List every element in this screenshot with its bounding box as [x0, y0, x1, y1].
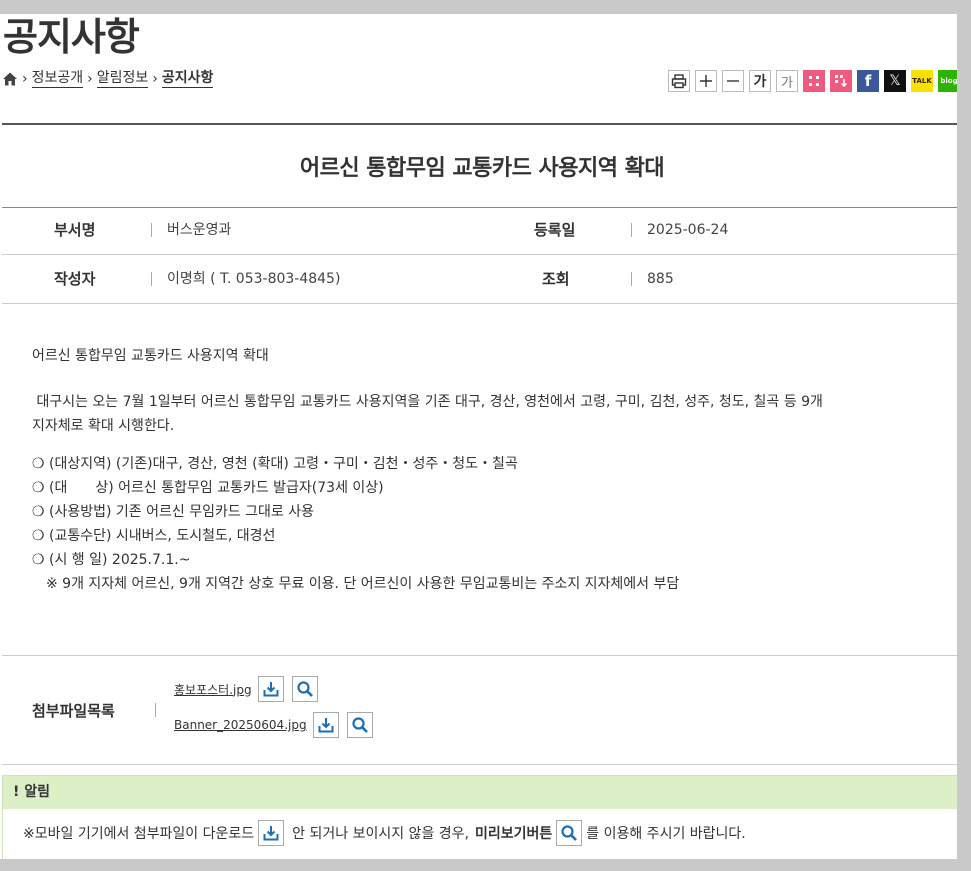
download-icon: [263, 826, 279, 841]
attachment-label: 첨부파일목록: [32, 702, 115, 720]
content-bullet: ❍ (대상지역) (기존)대구, 경산, 영천 (확대) 고령・구미・김천・성주…: [32, 456, 518, 472]
download-button[interactable]: [257, 676, 284, 702]
notice-title: ! 알림: [3, 776, 957, 809]
share-icon: [809, 76, 819, 86]
author-label: 작성자: [54, 270, 96, 288]
toolbar: 가 가 f 𝕏 TALK blog: [668, 70, 957, 92]
content-bullet: ❍ (대 상) 어르신 통합무임 교통카드 발급자(73세 이상): [32, 480, 384, 496]
notice-text: ※모바일 기기에서 첨부파일이 다운로드: [23, 826, 255, 842]
department-label: 부서명: [54, 221, 96, 239]
notice-bold-text: 미리보기버튼: [474, 826, 553, 842]
search-icon: [296, 681, 313, 697]
download-icon: [835, 75, 848, 88]
content-note: ※ 9개 지자체 어르신, 9개 지역간 상호 무료 이용. 단 어르신이 사용…: [46, 576, 680, 592]
divider: [155, 703, 156, 717]
kakao-share-button[interactable]: TALK: [911, 70, 933, 92]
content-paragraph-line: 대구시는 오는 7월 1일부터 어르신 통합무임 교통카드 사용지역을 기존 대…: [32, 394, 823, 410]
font-large-button[interactable]: 가: [749, 70, 771, 92]
breadcrumb-item-info[interactable]: 정보공개: [31, 70, 84, 88]
views-value: 885: [647, 271, 674, 287]
attachment-item: 홍보포스터.jpg: [174, 676, 326, 702]
zoom-in-button[interactable]: [695, 70, 717, 92]
notice-text: 를 이용해 주시기 바랍니다.: [586, 826, 746, 842]
divider: [151, 223, 152, 237]
zoom-out-button[interactable]: [722, 70, 744, 92]
preview-button[interactable]: [291, 676, 318, 702]
facebook-share-button[interactable]: f: [857, 70, 879, 92]
attachment-item: Banner_20250604.jpg: [174, 712, 381, 738]
content-bullet: ❍ (시 행 일) 2025.7.1.~: [32, 552, 191, 568]
save-button[interactable]: [830, 70, 852, 92]
attachment-file-link[interactable]: 홍보포스터.jpg: [174, 681, 252, 698]
x-share-button[interactable]: 𝕏: [884, 70, 906, 92]
chevron-right-icon: ›: [152, 71, 158, 87]
divider: [631, 223, 632, 237]
plus-icon: [700, 75, 712, 87]
breadcrumb-item-notice-info[interactable]: 알림정보: [96, 70, 149, 88]
post-title-area: 어르신 통합무임 교통카드 사용지역 확대: [2, 123, 957, 208]
date-value: 2025-06-24: [647, 222, 729, 238]
breadcrumb-item-current[interactable]: 공지사항: [161, 70, 214, 88]
chevron-right-icon: ›: [87, 71, 93, 87]
content-bullet: ❍ (교통수단) 시내버스, 도시철도, 대경선: [32, 528, 276, 544]
page-title: 공지사항: [3, 15, 140, 59]
download-icon: [318, 718, 334, 733]
download-icon-example: [258, 820, 285, 846]
divider: [631, 272, 632, 286]
meta-row-department: 부서명 버스운영과 등록일 2025-06-24: [2, 206, 957, 255]
blog-share-button[interactable]: blog: [938, 70, 957, 92]
search-icon-example: [556, 820, 583, 846]
content-paragraph-line: 지자체로 확대 시행한다.: [32, 418, 175, 434]
download-icon: [263, 682, 279, 697]
attachment-section: 첨부파일목록 홍보포스터.jpg Banner_20250604.jpg: [2, 655, 957, 765]
views-label: 조회: [542, 270, 570, 288]
date-label: 등록일: [534, 221, 576, 239]
divider: [151, 272, 152, 286]
breadcrumb: › 정보공개 › 알림정보 › 공지사항: [2, 68, 214, 90]
home-icon[interactable]: [2, 71, 18, 87]
preview-button[interactable]: [346, 712, 373, 738]
minus-icon: [727, 80, 739, 82]
print-icon: [671, 74, 687, 89]
print-button[interactable]: [668, 70, 690, 92]
search-icon: [561, 825, 578, 841]
post-title: 어르신 통합무임 교통카드 사용지역 확대: [299, 156, 665, 181]
post-content: 어르신 통합무임 교통카드 사용지역 확대 대구시는 오는 7월 1일부터 어르…: [32, 344, 942, 596]
department-value: 버스운영과: [167, 222, 232, 238]
download-button[interactable]: [312, 712, 339, 738]
notice-text: 안 되거나 보이시지 않을 경우,: [292, 826, 469, 842]
meta-row-author: 작성자 이명희 ( T. 053-803-4845) 조회 885: [2, 255, 957, 304]
content-heading: 어르신 통합무임 교통카드 사용지역 확대: [32, 348, 269, 364]
attachment-file-link[interactable]: Banner_20250604.jpg: [174, 718, 307, 732]
search-icon: [351, 717, 368, 733]
content-bullet: ❍ (사용방법) 기존 어르신 무임카드 그대로 사용: [32, 504, 315, 520]
notice-box: ! 알림 ※모바일 기기에서 첨부파일이 다운로드 안 되거나 보이시지 않을 …: [2, 775, 957, 859]
notice-body: ※모바일 기기에서 첨부파일이 다운로드 안 되거나 보이시지 않을 경우, 미…: [3, 809, 957, 857]
chevron-right-icon: ›: [22, 71, 28, 87]
page: 공지사항 › 정보공개 › 알림정보 › 공지사항 가 가 f 𝕏 TALK b…: [0, 14, 957, 859]
share-button[interactable]: [803, 70, 825, 92]
author-value: 이명희 ( T. 053-803-4845): [167, 271, 341, 287]
font-small-button[interactable]: 가: [776, 70, 798, 92]
